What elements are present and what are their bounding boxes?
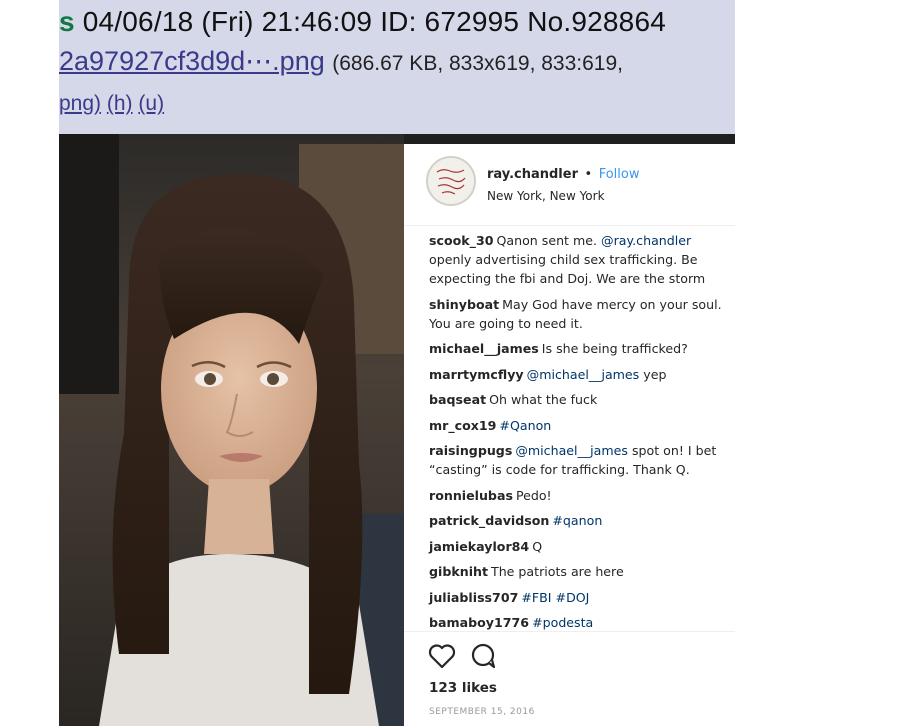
upload-link[interactable]: (u) bbox=[138, 92, 164, 115]
comment-list: scook_30 Qanon sent me. @ray.chandler ope… bbox=[429, 231, 729, 639]
file-info-line-2: png) (h) (u) bbox=[59, 92, 164, 116]
comment-item: bamaboy1776 #podesta bbox=[429, 613, 729, 632]
instagram-username[interactable]: ray.chandler bbox=[487, 167, 578, 182]
instagram-post-header: ray.chandler • Follow New York, New York bbox=[404, 144, 735, 226]
comment-item: raisingpugs @michael__james spot on! I be… bbox=[429, 441, 729, 479]
comment-username[interactable]: jamiekaylor84 bbox=[429, 539, 529, 554]
instagram-username-row: ray.chandler • Follow bbox=[487, 167, 640, 182]
poster-id: ID: 672995 bbox=[380, 6, 520, 37]
comment-username[interactable]: michael__james bbox=[429, 341, 539, 356]
avatar-scribble-icon bbox=[436, 169, 466, 195]
comment-text: openly advertising child sex trafficking… bbox=[429, 252, 706, 286]
comment-hashtag-link[interactable]: #FBI bbox=[521, 590, 551, 605]
post-info-line: s 04/06/18 (Fri) 21:46:09 ID: 672995 No.… bbox=[59, 6, 666, 38]
comment-mention-link[interactable]: @ray.chandler bbox=[601, 233, 691, 248]
comment-username[interactable]: baqseat bbox=[429, 392, 486, 407]
comment-text: Is she being trafficked? bbox=[541, 341, 688, 356]
comment-hashtag-link[interactable]: #podesta bbox=[532, 615, 593, 630]
follow-button[interactable]: Follow bbox=[599, 167, 640, 182]
comment-username[interactable]: mr_cox19 bbox=[429, 418, 496, 433]
hide-link[interactable]: (h) bbox=[107, 92, 133, 115]
separator-dot: • bbox=[584, 167, 593, 182]
comment-item: juliabliss707 #FBI #DOJ bbox=[429, 588, 729, 607]
file-meta: (686.67 KB, 833x619, 833:619, bbox=[332, 52, 623, 75]
comment-text: Q bbox=[532, 538, 543, 554]
comment-text: Pedo! bbox=[515, 487, 552, 503]
post-location[interactable]: New York, New York bbox=[487, 189, 605, 203]
post-date: SEPTEMBER 15, 2016 bbox=[429, 707, 535, 717]
comment-text: The patriots are here bbox=[491, 564, 624, 579]
comment-item: patrick_davidson #qanon bbox=[429, 511, 729, 530]
comment-text: Qanon sent me. bbox=[496, 233, 602, 248]
heart-icon[interactable] bbox=[428, 643, 456, 673]
portrait-illustration bbox=[59, 134, 404, 726]
comment-item: shinyboat May God have mercy on your soul… bbox=[429, 295, 729, 333]
comment-mention-link[interactable]: @michael__james bbox=[527, 367, 640, 382]
comment-text: Oh what the fuck bbox=[489, 392, 598, 407]
screenshot-canvas: s 04/06/18 (Fri) 21:46:09 ID: 672995 No.… bbox=[0, 0, 920, 726]
post-datetime: 04/06/18 (Fri) 21:46:09 bbox=[82, 6, 373, 37]
comment-username[interactable]: shinyboat bbox=[429, 297, 499, 312]
comment-item: marrtymcflyy @michael__james yep bbox=[429, 365, 729, 384]
post-actions: 123 likes SEPTEMBER 15, 2016 bbox=[404, 631, 735, 726]
attached-image: ray.chandler • Follow New York, New York… bbox=[59, 134, 735, 726]
likes-count[interactable]: 123 likes bbox=[429, 680, 497, 696]
comment-item: michael__james Is she being trafficked? bbox=[429, 339, 729, 358]
comment-username[interactable]: ronnielubas bbox=[429, 488, 513, 503]
file-info-line: 2a97927cf3d9d⋯.png (686.67 KB, 833x619, … bbox=[59, 46, 623, 77]
comment-hashtag-link[interactable]: #qanon bbox=[552, 513, 602, 528]
post-number[interactable]: No.928864 bbox=[527, 6, 666, 37]
comment-username[interactable]: scook_30 bbox=[429, 233, 493, 248]
comment-username[interactable]: raisingpugs bbox=[429, 443, 512, 458]
comment-hashtag-link[interactable]: #DOJ bbox=[556, 590, 590, 605]
comment-item: scook_30 Qanon sent me. @ray.chandler ope… bbox=[429, 231, 729, 288]
comment-text: yep bbox=[639, 366, 667, 382]
avatar[interactable] bbox=[426, 156, 476, 206]
comment-username[interactable]: marrtymcflyy bbox=[429, 367, 524, 382]
file-ext-link[interactable]: png) bbox=[59, 92, 101, 115]
comment-mention-link[interactable]: @michael__james bbox=[515, 443, 628, 458]
file-name-link[interactable]: 2a97927cf3d9d⋯.png bbox=[59, 46, 325, 76]
comment-username[interactable]: bamaboy1776 bbox=[429, 615, 529, 630]
imageboard-post-header: s 04/06/18 (Fri) 21:46:09 ID: 672995 No.… bbox=[59, 0, 735, 134]
comment-item: baqseat Oh what the fuck bbox=[429, 390, 729, 409]
comment-item: gibkniht The patriots are here bbox=[429, 562, 729, 581]
comment-icon[interactable] bbox=[470, 643, 498, 673]
comment-username[interactable]: patrick_davidson bbox=[429, 513, 549, 528]
poster-name: s bbox=[59, 6, 75, 37]
comment-hashtag-link[interactable]: #Qanon bbox=[499, 418, 551, 433]
comment-username[interactable]: gibkniht bbox=[429, 564, 488, 579]
comment-item: mr_cox19 #Qanon bbox=[429, 416, 729, 435]
instagram-post-panel: ray.chandler • Follow New York, New York… bbox=[404, 144, 735, 726]
portrait-photo bbox=[59, 134, 404, 726]
comment-item: ronnielubas Pedo! bbox=[429, 486, 729, 505]
comment-username[interactable]: juliabliss707 bbox=[429, 590, 518, 605]
comment-item: jamiekaylor84 Q bbox=[429, 537, 729, 556]
